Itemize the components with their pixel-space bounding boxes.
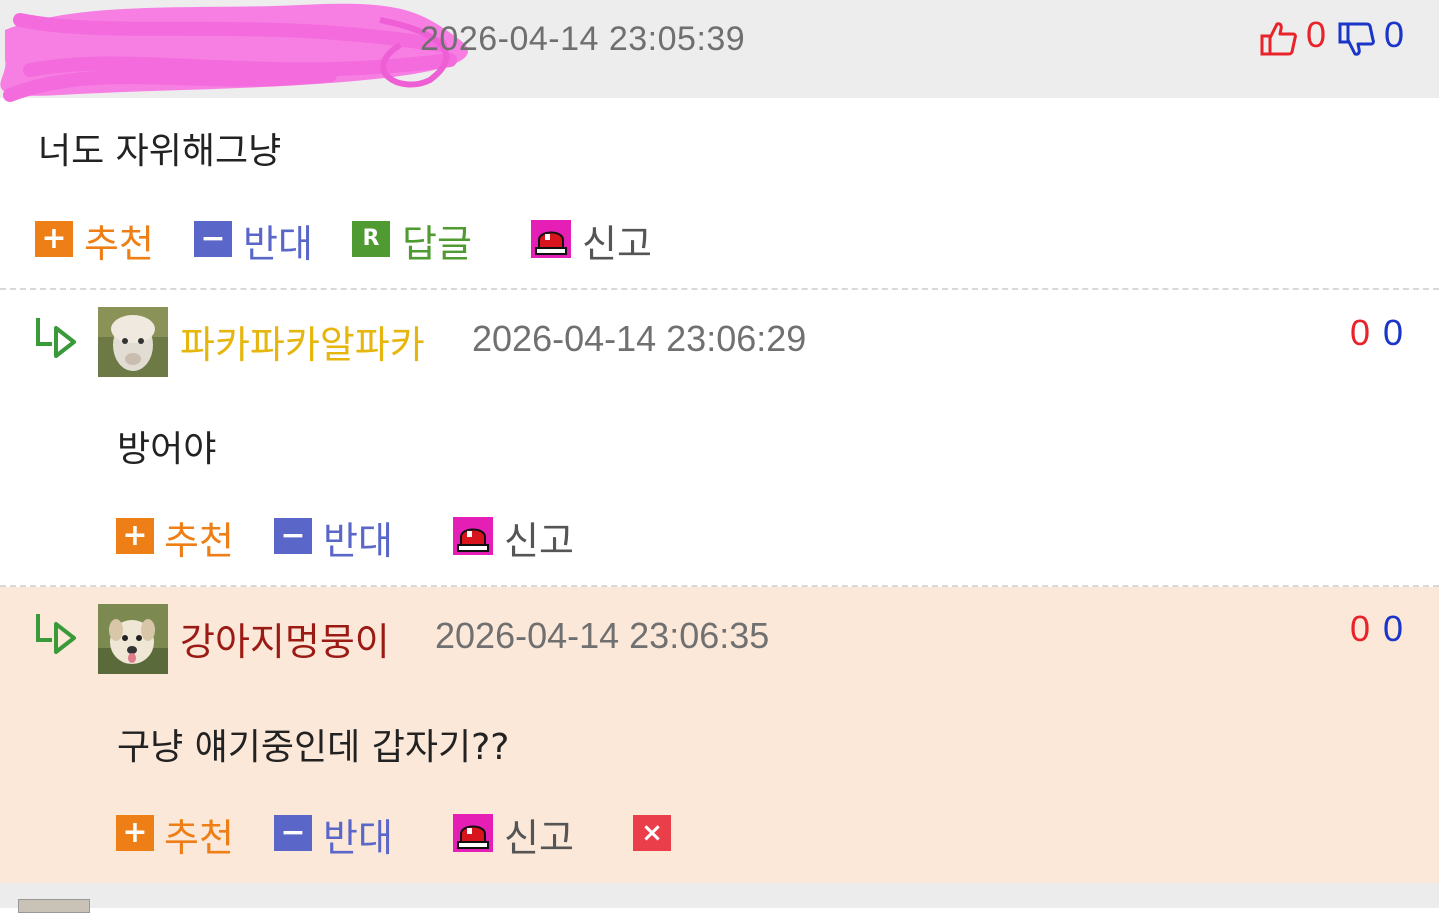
nickname[interactable]: 파카파카알파카 xyxy=(180,314,425,369)
comment-timestamp: 2026-04-14 23:05:39 xyxy=(420,20,746,58)
delete-icon[interactable]: × xyxy=(633,815,671,851)
siren-icon[interactable] xyxy=(453,814,493,852)
plus-icon[interactable]: + xyxy=(35,221,73,257)
like-count[interactable]: 0 xyxy=(1350,608,1370,650)
nickname[interactable]: 강아지멍뭉이 xyxy=(180,611,390,666)
oppose-button[interactable]: 반대 xyxy=(323,510,393,565)
oppose-button[interactable]: 반대 xyxy=(323,807,393,862)
siren-icon[interactable] xyxy=(453,517,493,555)
reply-button[interactable]: 답글 xyxy=(402,213,472,268)
comment-timestamp: 2026-04-14 23:06:29 xyxy=(472,318,807,359)
report-button[interactable]: 신고 xyxy=(582,213,652,268)
thumbs-up-icon[interactable] xyxy=(1260,20,1298,58)
report-button[interactable]: 신고 xyxy=(504,807,574,862)
dislike-count: 0 xyxy=(1384,14,1405,55)
dislike-count[interactable]: 0 xyxy=(1383,608,1403,650)
comment-body: 방어야 xyxy=(117,429,217,470)
avatar[interactable] xyxy=(18,899,90,913)
plus-icon[interactable]: + xyxy=(116,815,154,851)
reply-arrow-icon xyxy=(36,318,76,358)
divider xyxy=(0,288,1439,290)
like-count[interactable]: 0 xyxy=(1350,312,1370,354)
avatar[interactable] xyxy=(98,604,168,674)
minus-icon[interactable]: − xyxy=(274,815,312,851)
next-comment-header xyxy=(0,883,1439,908)
minus-icon[interactable]: − xyxy=(274,518,312,554)
comment-timestamp: 2026-04-14 23:06:35 xyxy=(435,615,770,656)
recommend-button[interactable]: 추천 xyxy=(84,213,154,268)
siren-icon[interactable] xyxy=(531,220,571,258)
redaction-scribble xyxy=(0,3,468,102)
avatar[interactable] xyxy=(98,307,168,377)
thumbs-down-icon[interactable] xyxy=(1338,20,1376,58)
minus-icon[interactable]: − xyxy=(194,221,232,257)
comment-body: 구냥 얘기중인데 갑자기?? xyxy=(117,727,510,768)
recommend-button[interactable]: 추천 xyxy=(164,807,234,862)
reply-arrow-icon xyxy=(36,614,76,654)
like-count: 0 xyxy=(1306,14,1327,55)
reply-r-icon[interactable]: R xyxy=(352,221,390,257)
recommend-button[interactable]: 추천 xyxy=(164,510,234,565)
comment-body: 너도 자위해그냥 xyxy=(38,131,282,172)
plus-icon[interactable]: + xyxy=(116,518,154,554)
dislike-count[interactable]: 0 xyxy=(1383,312,1403,354)
report-button[interactable]: 신고 xyxy=(504,510,574,565)
oppose-button[interactable]: 반대 xyxy=(243,213,313,268)
